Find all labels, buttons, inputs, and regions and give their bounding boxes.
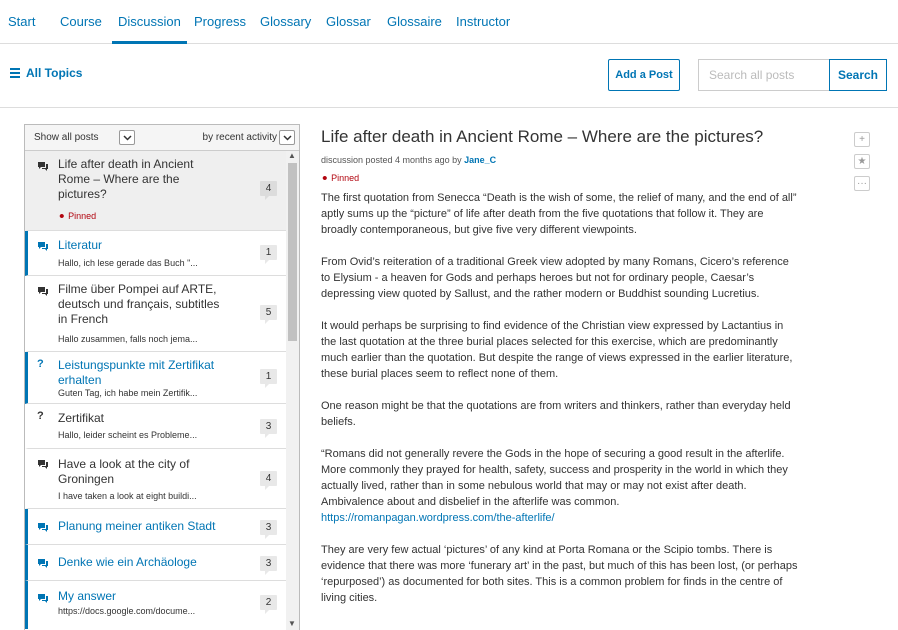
post-comment-count: 3 [260,520,277,539]
post-title: Have a look at the city of Groningen [58,457,190,486]
more-actions-button[interactable]: ··· [854,176,870,191]
post-item-groningen[interactable]: Have a look at the city of Groningen I h… [25,449,287,509]
post-title: Planung meiner antiken Stadt [58,519,216,533]
discussion-icon [37,557,49,571]
question-icon: ? [37,410,44,422]
post-list-panel: Show all posts by recent activity Life a… [24,124,300,630]
filter-dropdown[interactable] [119,130,135,145]
follow-button[interactable]: + [854,132,870,147]
scroll-down-icon[interactable]: ▼ [288,619,296,628]
menu-icon [10,66,20,80]
course-tabs: Start Course Discussion Progress Glossar… [0,0,898,44]
thread-paragraph: It would perhaps be surprising to find e… [321,320,793,380]
post-title: Filme über Pompei auf ARTE, deutsch und … [58,282,220,326]
filter-label: Show all posts [34,132,99,143]
post-comment-count: 3 [260,419,277,438]
thread-author-link[interactable]: Jane_C [464,155,496,165]
post-preview: I have taken a look at eight buildi... [58,491,197,501]
thread-paragraph: One reason might be that the quotations … [321,400,791,428]
post-item-zertifikat[interactable]: ? Zertifikat Hallo, leider scheint es Pr… [25,404,287,449]
post-item-planung[interactable]: Planung meiner antiken Stadt 3 [25,509,287,545]
pin-icon: ⚫︎ [58,211,66,221]
post-item-filme-ueber-pompei[interactable]: Filme über Pompei auf ARTE, deutsch und … [25,276,287,352]
post-comment-count: 4 [260,181,277,200]
plus-icon: + [859,134,865,145]
post-item-my-answer[interactable]: My answer https://docs.google.com/docume… [25,581,287,629]
tab-progress[interactable]: Progress [194,0,246,44]
tab-instructor[interactable]: Instructor [456,0,510,44]
post-preview: Hallo, leider scheint es Probleme... [58,430,198,440]
post-item-literatur[interactable]: Literatur Hallo, ich lese gerade das Buc… [25,231,287,276]
discussion-icon [37,458,49,472]
post-comment-count: 1 [260,369,277,388]
post-comment-count: 2 [260,595,277,614]
chevron-down-icon [123,135,132,141]
tab-discussion[interactable]: Discussion [112,0,187,44]
all-topics-label: All Topics [26,66,83,80]
thread-paragraph: They are very few actual ‘pictures’ of a… [321,544,798,604]
post-preview: Hallo, ich lese gerade das Buch "... [58,258,198,268]
post-comment-count: 5 [260,305,277,324]
tab-start[interactable]: Start [8,0,35,44]
sort-label: by recent activity [202,132,277,143]
thread-paragraph: From Ovid’s reiteration of a traditional… [321,256,789,300]
add-post-button[interactable]: Add a Post [608,59,680,91]
thread-paragraph: The first quotation from Senecca “Death … [321,192,797,236]
tab-course[interactable]: Course [60,0,102,44]
pin-icon: ⚫︎ [321,173,329,183]
post-title: My answer [58,589,117,603]
post-preview: Hallo zusammen, falls noch jema... [58,334,198,344]
vote-button[interactable]: ★ [854,154,870,169]
discussion-icon [37,592,49,606]
post-item-denke[interactable]: Denke wie ein Archäologe 3 [25,545,287,581]
post-item-life-after-death[interactable]: Life after death in Ancient Rome – Where… [25,151,287,231]
post-list-scrollbar[interactable]: ▲ ▼ [286,151,299,630]
post-pinned-label: ⚫︎ Pinned [58,211,97,221]
post-title: Life after death in Ancient Rome – Where… [58,157,194,201]
post-title: Literatur [58,238,103,252]
thread-paragraph-with-link: “Romans did not generally revere the God… [321,448,788,524]
post-comment-count: 3 [260,556,277,575]
thread-view: Life after death in Ancient Rome – Where… [321,124,801,622]
question-icon: ? [37,358,44,370]
post-title: Zertifikat [58,411,105,425]
discussion-icon [37,160,49,174]
search-input[interactable] [698,59,830,91]
post-title: Leistungspunkte mit Zertifikat erhalten [58,358,215,387]
tab-glossar[interactable]: Glossar [326,0,371,44]
post-comment-count: 4 [260,471,277,490]
thread-meta: discussion posted 4 months ago by Jane_C [321,155,801,165]
post-title: Denke wie ein Archäologe [58,555,197,569]
post-comment-count: 1 [260,245,277,264]
thread-title: Life after death in Ancient Rome – Where… [321,127,764,146]
afterlife-link[interactable]: https://romanpagan.wordpress.com/the-aft… [321,512,555,524]
all-topics-button[interactable]: All Topics [10,66,82,80]
tab-glossary[interactable]: Glossary [260,0,311,44]
thread-body: The first quotation from Senecca “Death … [321,190,801,606]
discussion-icon [37,521,49,535]
discussion-header: All Topics Add a Post Search [0,44,898,108]
sort-dropdown[interactable] [279,130,295,145]
thread-pinned-label: ⚫︎ Pinned [321,173,360,183]
post-list-filters: Show all posts by recent activity [25,125,299,151]
discussion-icon [37,285,49,299]
post-preview: https://docs.google.com/docume... [58,606,196,616]
post-preview: Guten Tag, ich habe mein Zertifik... [58,388,198,398]
thread-meta-text: discussion posted 4 months ago by [321,155,462,165]
scrollbar-thumb[interactable] [288,163,297,341]
more-icon: ··· [857,178,867,189]
post-item-leistungspunkte[interactable]: ? Leistungspunkte mit Zertifikat erhalte… [25,352,287,404]
chevron-down-icon [283,135,292,141]
thread-actions: + ★ ··· [854,132,870,198]
tab-glossaire[interactable]: Glossaire [387,0,442,44]
discussion-icon [37,240,49,254]
post-list: Life after death in Ancient Rome – Where… [25,151,287,629]
search-button[interactable]: Search [829,59,887,91]
scroll-up-icon[interactable]: ▲ [288,151,296,160]
star-icon: ★ [857,156,867,167]
